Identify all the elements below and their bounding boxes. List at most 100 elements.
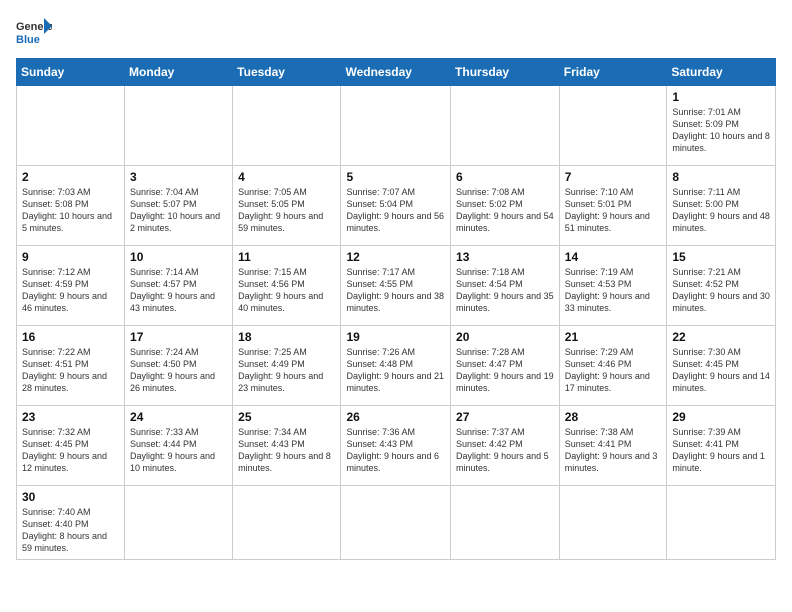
- calendar-cell: 25 Sunrise: 7:34 AM Sunset: 4:43 PM Dayli…: [233, 406, 341, 486]
- day-info: Sunrise: 7:40 AM Sunset: 4:40 PM Dayligh…: [22, 506, 119, 555]
- calendar-cell: 20Sunrise: 7:28 AM Sunset: 4:47 PM Dayli…: [451, 326, 560, 406]
- day-number: 27: [456, 410, 554, 424]
- calendar-cell: 10Sunrise: 7:14 AM Sunset: 4:57 PM Dayli…: [125, 246, 233, 326]
- calendar-cell: 2 Sunrise: 7:03 AM Sunset: 5:08 PM Daylig…: [17, 166, 125, 246]
- day-number: 29: [672, 410, 770, 424]
- day-info: Sunrise: 7:10 AM Sunset: 5:01 PM Dayligh…: [565, 186, 662, 235]
- calendar-cell: [233, 86, 341, 166]
- calendar-week-row: 16 Sunrise: 7:22 AM Sunset: 4:51 PM Dayli…: [17, 326, 776, 406]
- day-number: 4: [238, 170, 335, 184]
- calendar-cell: [667, 486, 776, 560]
- calendar-cell: [559, 486, 667, 560]
- day-number: 6: [456, 170, 554, 184]
- day-info: Sunrise: 7:03 AM Sunset: 5:08 PM Dayligh…: [22, 186, 119, 235]
- day-info: Sunrise: 7:22 AM Sunset: 4:51 PM Dayligh…: [22, 346, 119, 395]
- calendar-cell: 6 Sunrise: 7:08 AM Sunset: 5:02 PM Daylig…: [451, 166, 560, 246]
- day-info: Sunrise: 7:36 AM Sunset: 4:43 PM Dayligh…: [346, 426, 445, 475]
- day-info: Sunrise: 7:04 AM Sunset: 5:07 PM Dayligh…: [130, 186, 227, 235]
- calendar-week-row: 1 Sunrise: 7:01 AM Sunset: 5:09 PM Daylig…: [17, 86, 776, 166]
- calendar-cell: 27 Sunrise: 7:37 AM Sunset: 4:42 PM Dayli…: [451, 406, 560, 486]
- calendar-cell: 19Sunrise: 7:26 AM Sunset: 4:48 PM Dayli…: [341, 326, 451, 406]
- calendar-cell: [559, 86, 667, 166]
- calendar-week-row: 30 Sunrise: 7:40 AM Sunset: 4:40 PM Dayli…: [17, 486, 776, 560]
- day-number: 18: [238, 330, 335, 344]
- day-number: 20: [456, 330, 554, 344]
- day-number: 24: [130, 410, 227, 424]
- col-header-saturday: Saturday: [667, 59, 776, 86]
- day-number: 15: [672, 250, 770, 264]
- day-info: Sunrise: 7:18 AM Sunset: 4:54 PM Dayligh…: [456, 266, 554, 315]
- day-info: Sunrise: 7:34 AM Sunset: 4:43 PM Dayligh…: [238, 426, 335, 475]
- calendar-cell: 16 Sunrise: 7:22 AM Sunset: 4:51 PM Dayli…: [17, 326, 125, 406]
- calendar-cell: [341, 86, 451, 166]
- calendar-header-row: SundayMondayTuesdayWednesdayThursdayFrid…: [17, 59, 776, 86]
- calendar-cell: [125, 86, 233, 166]
- svg-text:Blue: Blue: [16, 34, 40, 46]
- day-info: Sunrise: 7:01 AM Sunset: 5:09 PM Dayligh…: [672, 106, 770, 155]
- calendar-cell: 9 Sunrise: 7:12 AM Sunset: 4:59 PM Daylig…: [17, 246, 125, 326]
- calendar-cell: 5Sunrise: 7:07 AM Sunset: 5:04 PM Daylig…: [341, 166, 451, 246]
- day-number: 5: [346, 170, 445, 184]
- day-number: 26: [346, 410, 445, 424]
- day-number: 14: [565, 250, 662, 264]
- calendar-table: SundayMondayTuesdayWednesdayThursdayFrid…: [16, 58, 776, 560]
- page-header: General Blue: [16, 16, 776, 46]
- day-info: Sunrise: 7:19 AM Sunset: 4:53 PM Dayligh…: [565, 266, 662, 315]
- calendar-cell: 3 Sunrise: 7:04 AM Sunset: 5:07 PM Daylig…: [125, 166, 233, 246]
- day-info: Sunrise: 7:32 AM Sunset: 4:45 PM Dayligh…: [22, 426, 119, 475]
- day-info: Sunrise: 7:33 AM Sunset: 4:44 PM Dayligh…: [130, 426, 227, 475]
- day-number: 13: [456, 250, 554, 264]
- day-number: 11: [238, 250, 335, 264]
- calendar-cell: [17, 86, 125, 166]
- day-info: Sunrise: 7:25 AM Sunset: 4:49 PM Dayligh…: [238, 346, 335, 395]
- col-header-sunday: Sunday: [17, 59, 125, 86]
- day-info: Sunrise: 7:11 AM Sunset: 5:00 PM Dayligh…: [672, 186, 770, 235]
- day-number: 7: [565, 170, 662, 184]
- day-number: 2: [22, 170, 119, 184]
- day-info: Sunrise: 7:24 AM Sunset: 4:50 PM Dayligh…: [130, 346, 227, 395]
- day-number: 22: [672, 330, 770, 344]
- calendar-week-row: 9 Sunrise: 7:12 AM Sunset: 4:59 PM Daylig…: [17, 246, 776, 326]
- calendar-cell: 14 Sunrise: 7:19 AM Sunset: 4:53 PM Dayli…: [559, 246, 667, 326]
- day-number: 21: [565, 330, 662, 344]
- day-info: Sunrise: 7:12 AM Sunset: 4:59 PM Dayligh…: [22, 266, 119, 315]
- day-number: 9: [22, 250, 119, 264]
- day-number: 1: [672, 90, 770, 104]
- calendar-cell: 18 Sunrise: 7:25 AM Sunset: 4:49 PM Dayli…: [233, 326, 341, 406]
- col-header-thursday: Thursday: [451, 59, 560, 86]
- logo: General Blue: [16, 16, 52, 46]
- col-header-monday: Monday: [125, 59, 233, 86]
- calendar-cell: 13 Sunrise: 7:18 AM Sunset: 4:54 PM Dayli…: [451, 246, 560, 326]
- calendar-cell: 15Sunrise: 7:21 AM Sunset: 4:52 PM Dayli…: [667, 246, 776, 326]
- calendar-cell: 12Sunrise: 7:17 AM Sunset: 4:55 PM Dayli…: [341, 246, 451, 326]
- day-number: 8: [672, 170, 770, 184]
- day-number: 3: [130, 170, 227, 184]
- day-number: 25: [238, 410, 335, 424]
- calendar-cell: 22 Sunrise: 7:30 AM Sunset: 4:45 PM Dayli…: [667, 326, 776, 406]
- calendar-cell: [125, 486, 233, 560]
- calendar-cell: 26 Sunrise: 7:36 AM Sunset: 4:43 PM Dayli…: [341, 406, 451, 486]
- day-info: Sunrise: 7:17 AM Sunset: 4:55 PM Dayligh…: [346, 266, 445, 315]
- day-info: Sunrise: 7:37 AM Sunset: 4:42 PM Dayligh…: [456, 426, 554, 475]
- day-number: 17: [130, 330, 227, 344]
- day-number: 19: [346, 330, 445, 344]
- day-info: Sunrise: 7:38 AM Sunset: 4:41 PM Dayligh…: [565, 426, 662, 475]
- calendar-cell: 11 Sunrise: 7:15 AM Sunset: 4:56 PM Dayli…: [233, 246, 341, 326]
- calendar-cell: 23 Sunrise: 7:32 AM Sunset: 4:45 PM Dayli…: [17, 406, 125, 486]
- col-header-friday: Friday: [559, 59, 667, 86]
- calendar-cell: 8 Sunrise: 7:11 AM Sunset: 5:00 PM Daylig…: [667, 166, 776, 246]
- calendar-cell: 17 Sunrise: 7:24 AM Sunset: 4:50 PM Dayli…: [125, 326, 233, 406]
- day-number: 16: [22, 330, 119, 344]
- calendar-cell: 28Sunrise: 7:38 AM Sunset: 4:41 PM Dayli…: [559, 406, 667, 486]
- day-info: Sunrise: 7:08 AM Sunset: 5:02 PM Dayligh…: [456, 186, 554, 235]
- calendar-cell: 24 Sunrise: 7:33 AM Sunset: 4:44 PM Dayli…: [125, 406, 233, 486]
- day-number: 30: [22, 490, 119, 504]
- day-info: Sunrise: 7:14 AM Sunset: 4:57 PM Dayligh…: [130, 266, 227, 315]
- day-info: Sunrise: 7:15 AM Sunset: 4:56 PM Dayligh…: [238, 266, 335, 315]
- calendar-week-row: 23 Sunrise: 7:32 AM Sunset: 4:45 PM Dayli…: [17, 406, 776, 486]
- calendar-cell: 1 Sunrise: 7:01 AM Sunset: 5:09 PM Daylig…: [667, 86, 776, 166]
- day-info: Sunrise: 7:30 AM Sunset: 4:45 PM Dayligh…: [672, 346, 770, 395]
- day-number: 23: [22, 410, 119, 424]
- col-header-wednesday: Wednesday: [341, 59, 451, 86]
- col-header-tuesday: Tuesday: [233, 59, 341, 86]
